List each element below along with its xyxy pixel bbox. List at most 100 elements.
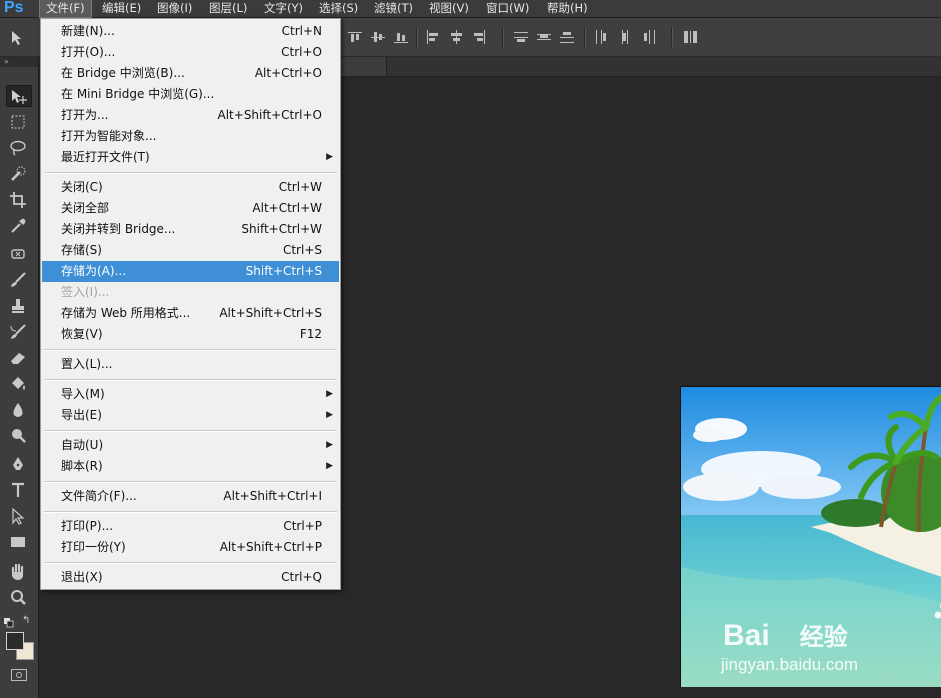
auto-align-layers-icon[interactable] <box>683 30 697 44</box>
menu-separator <box>44 562 337 564</box>
menu-item-label: 自动(U) <box>61 438 104 452</box>
file-menu-item[interactable]: 打印一份(Y) Alt+Shift+Ctrl+P <box>42 537 339 558</box>
file-menu-item[interactable]: 退出(X) Ctrl+Q <box>42 567 339 588</box>
file-menu-item[interactable]: 关闭全部 Alt+Ctrl+W <box>42 198 339 219</box>
file-menu-item[interactable]: 打印(P)... Ctrl+P <box>42 516 339 537</box>
submenu-arrow-icon: ▶ <box>326 410 333 420</box>
file-menu-item[interactable]: 关闭(C) Ctrl+W <box>42 177 339 198</box>
menu-help[interactable]: 帮助(H) <box>541 0 594 17</box>
file-menu-item[interactable]: 存储为(A)... Shift+Ctrl+S <box>42 261 339 282</box>
align-top-icon[interactable] <box>348 30 362 44</box>
align-right-icon[interactable] <box>472 30 486 44</box>
menu-item-shortcut: Shift+Ctrl+W <box>241 222 322 236</box>
align-left-icon[interactable] <box>426 30 440 44</box>
tools-panel: » ↰ <box>0 57 39 698</box>
file-menu-item[interactable]: 置入(L)... <box>42 354 339 375</box>
pen-tool-icon[interactable] <box>6 453 32 475</box>
foreground-color-swatch[interactable] <box>6 632 24 650</box>
menu-file[interactable]: 文件(F) <box>39 0 92 18</box>
menu-item-label: 恢复(V) <box>61 327 103 341</box>
default-colors-icon[interactable] <box>4 617 14 628</box>
file-menu-item[interactable]: 新建(N)... Ctrl+N <box>42 21 339 42</box>
menu-select[interactable]: 选择(S) <box>313 0 364 17</box>
file-menu-item[interactable]: 存储为 Web 所用格式... Alt+Shift+Ctrl+S <box>42 303 339 324</box>
blur-tool-icon[interactable] <box>6 399 32 421</box>
file-menu-item[interactable]: 在 Bridge 中浏览(B)... Alt+Ctrl+O <box>42 63 339 84</box>
file-menu-item[interactable]: 在 Mini Bridge 中浏览(G)... <box>42 84 339 105</box>
distribute-left-icon[interactable] <box>594 30 608 44</box>
distribute-bottom-icon[interactable] <box>560 30 574 44</box>
document-tab[interactable] <box>340 57 387 76</box>
file-menu-item[interactable]: 导出(E) ▶ <box>42 405 339 426</box>
dodge-tool-icon[interactable] <box>6 425 32 447</box>
quick-mask-icon[interactable] <box>11 669 27 681</box>
align-hcenter-icon[interactable] <box>449 30 463 44</box>
file-menu-item[interactable]: 打开为智能对象... <box>42 126 339 147</box>
file-menu-item[interactable]: 脚本(R) ▶ <box>42 456 339 477</box>
file-menu-item[interactable]: 存储(S) Ctrl+S <box>42 240 339 261</box>
align-bottom-icon[interactable] <box>394 30 408 44</box>
move-tool-icon[interactable] <box>6 85 32 107</box>
file-menu-item[interactable]: 关闭并转到 Bridge... Shift+Ctrl+W <box>42 219 339 240</box>
distribute-top-icon[interactable] <box>514 30 528 44</box>
crop-tool-icon[interactable] <box>6 189 32 211</box>
menu-filter[interactable]: 滤镜(T) <box>368 0 419 17</box>
align-vcenter-icon[interactable] <box>371 30 385 44</box>
distribute-hcenter-icon[interactable] <box>618 30 632 44</box>
file-menu-item[interactable]: 自动(U) ▶ <box>42 435 339 456</box>
file-menu-item[interactable]: 打开(O)... Ctrl+O <box>42 42 339 63</box>
menu-type[interactable]: 文字(Y) <box>258 0 309 17</box>
options-separator <box>671 27 673 47</box>
eyedropper-tool-icon[interactable] <box>6 215 32 237</box>
menu-item-shortcut: Alt+Shift+Ctrl+O <box>217 108 322 122</box>
path-selection-tool-icon[interactable] <box>6 505 32 527</box>
hand-tool-icon[interactable] <box>6 561 32 583</box>
menu-separator <box>44 349 337 351</box>
lasso-tool-icon[interactable] <box>6 137 32 159</box>
swap-colors-icon[interactable]: ↰ <box>22 615 34 627</box>
file-menu-item[interactable]: 导入(M) ▶ <box>42 384 339 405</box>
submenu-arrow-icon: ▶ <box>326 461 333 471</box>
eraser-tool-icon[interactable] <box>6 347 32 369</box>
submenu-arrow-icon: ▶ <box>326 440 333 450</box>
menu-item-label: 关闭并转到 Bridge... <box>61 222 176 236</box>
rectangle-tool-icon[interactable] <box>6 531 32 553</box>
menu-item-label: 导出(E) <box>61 408 102 422</box>
menu-item-shortcut: F12 <box>299 327 322 341</box>
quick-selection-tool-icon[interactable] <box>6 163 32 185</box>
menu-window[interactable]: 窗口(W) <box>480 0 535 17</box>
distribute-right-icon[interactable] <box>642 30 656 44</box>
zoom-tool-icon[interactable] <box>6 587 32 609</box>
move-options-icon[interactable] <box>10 30 24 45</box>
marquee-tool-icon[interactable] <box>6 111 32 133</box>
panel-grip[interactable]: » <box>0 57 38 67</box>
type-tool-icon[interactable] <box>6 479 32 501</box>
photoshop-logo: Ps <box>4 0 24 16</box>
menu-item-label: 存储(S) <box>61 243 102 257</box>
file-menu-item[interactable]: 文件简介(F)... Alt+Shift+Ctrl+I <box>42 486 339 507</box>
menu-item-shortcut: Alt+Ctrl+O <box>254 66 322 80</box>
file-menu-item[interactable]: 最近打开文件(T) ▶ <box>42 147 339 168</box>
history-brush-tool-icon[interactable] <box>6 321 32 343</box>
file-menu-item[interactable]: 打开为... Alt+Shift+Ctrl+O <box>42 105 339 126</box>
menu-layer[interactable]: 图层(L) <box>203 0 253 17</box>
menu-separator <box>44 430 337 432</box>
menu-item-label: 新建(N)... <box>61 24 115 38</box>
healing-brush-tool-icon[interactable] <box>6 243 32 265</box>
menu-item-label: 存储为 Web 所用格式... <box>61 306 191 320</box>
options-separator <box>502 27 504 47</box>
menu-edit[interactable]: 编辑(E) <box>96 0 147 17</box>
menu-separator <box>44 379 337 381</box>
distribute-vcenter-icon[interactable] <box>537 30 551 44</box>
paint-bucket-tool-icon[interactable] <box>6 373 32 395</box>
menu-item-label: 关闭全部 <box>61 201 110 215</box>
menu-item-shortcut: Alt+Ctrl+W <box>252 201 322 215</box>
menu-view[interactable]: 视图(V) <box>423 0 475 17</box>
clone-stamp-tool-icon[interactable] <box>6 295 32 317</box>
menu-item-label: 导入(M) <box>61 387 105 401</box>
menu-item-shortcut: Ctrl+S <box>282 243 322 257</box>
brush-tool-icon[interactable] <box>6 269 32 291</box>
menu-item-shortcut: Ctrl+Q <box>281 570 322 584</box>
menu-image[interactable]: 图像(I) <box>151 0 198 17</box>
file-menu-item[interactable]: 恢复(V) F12 <box>42 324 339 345</box>
